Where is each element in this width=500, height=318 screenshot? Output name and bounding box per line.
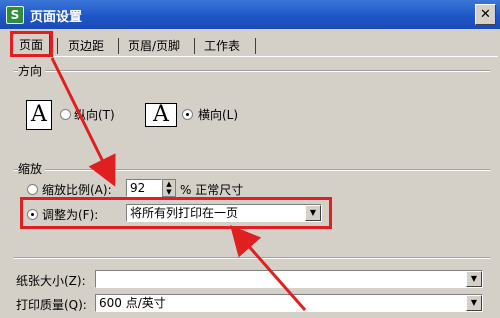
close-button[interactable]: ✕ (475, 4, 496, 25)
scale-input[interactable]: 92 (126, 179, 162, 197)
adjust-radio[interactable] (27, 184, 38, 195)
tab-separator (255, 38, 256, 54)
scaling-group-line (14, 169, 490, 171)
orientation-group-label: 方向 (18, 62, 46, 79)
tab-sheet[interactable]: 工作表 (198, 36, 247, 56)
app-icon: S (6, 6, 24, 24)
portrait-label[interactable]: 纵向(T) (74, 106, 115, 123)
print-quality-select[interactable]: 600 点/英寸 (95, 294, 483, 312)
fit-label[interactable]: 调整为(F): (42, 206, 98, 223)
tab-separator (118, 38, 119, 54)
tab-page[interactable]: 页面 (12, 33, 51, 57)
tab-panel-border (10, 56, 498, 57)
tab-header-footer[interactable]: 页眉/页脚 (122, 36, 187, 56)
landscape-icon: A (145, 103, 177, 127)
fit-radio[interactable] (27, 209, 38, 220)
tab-separator (194, 38, 195, 54)
adjust-label[interactable]: 缩放比例(A): (42, 181, 112, 198)
paper-size-label: 纸张大小(Z): (16, 274, 86, 288)
paper-size-select[interactable] (95, 270, 483, 288)
scaling-group-label: 缩放 (18, 160, 46, 177)
portrait-icon: A (26, 100, 52, 130)
separator-line (14, 257, 490, 259)
fit-select[interactable]: 将所有列打印在一页 (126, 204, 322, 222)
tab-separator (57, 38, 58, 54)
landscape-label[interactable]: 横向(L) (198, 106, 238, 123)
fit-dropdown-arrow[interactable]: ▼ (305, 205, 321, 221)
portrait-radio[interactable] (60, 109, 71, 120)
tab-margins[interactable]: 页边距 (62, 36, 111, 56)
title-bar: S 页面设置 ✕ (0, 0, 500, 29)
scale-suffix: % 正常尺寸 (180, 183, 244, 197)
paper-size-dropdown-arrow[interactable]: ▼ (466, 271, 482, 287)
print-quality-dropdown-arrow[interactable]: ▼ (466, 295, 482, 311)
print-quality-label: 打印质量(Q): (16, 298, 87, 312)
landscape-radio[interactable] (182, 109, 193, 120)
orientation-group-line (14, 70, 490, 72)
window-title: 页面设置 (30, 10, 83, 25)
scale-spinner[interactable]: ▲ ▼ (162, 179, 176, 197)
